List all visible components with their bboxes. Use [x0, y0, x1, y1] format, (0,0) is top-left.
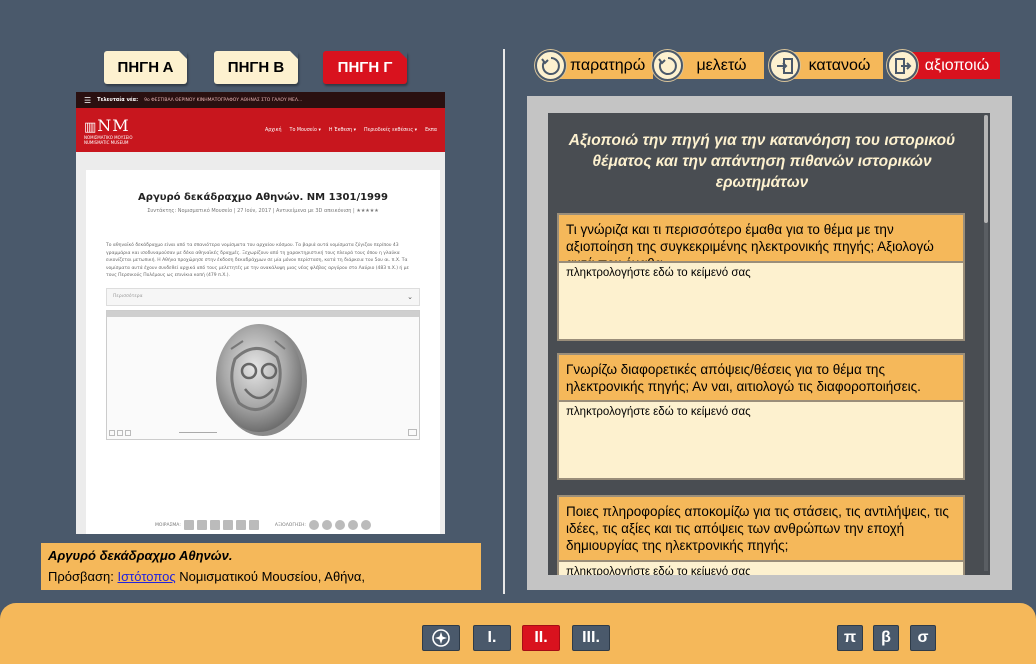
coin-image: [216, 323, 307, 436]
tab-source-c[interactable]: ΠΗΓΗ Γ: [323, 51, 407, 84]
caption-access-prefix: Πρόσβαση:: [48, 569, 118, 584]
step-observe-label: παρατηρώ: [560, 52, 654, 79]
letter-sigma-button[interactable]: σ: [910, 625, 936, 651]
question-3: Ποιες πληροφορίες αποκομίζω για τις στάσ…: [557, 495, 965, 562]
answer-1-placeholder: πληκτρολογήστε εδώ το κείμενό σας: [566, 267, 751, 279]
home-compass-button[interactable]: [422, 625, 460, 651]
compass-icon: [432, 629, 450, 647]
panel-scrollbar-thumb[interactable]: [984, 115, 988, 223]
vertical-divider: [503, 49, 505, 594]
news-label: Τελευταία νέα:: [97, 97, 139, 103]
section-1-label: I.: [487, 629, 497, 646]
step-observe-button[interactable]: παρατηρώ: [535, 50, 654, 81]
question-3-text: Ποιες πληροφορίες αποκομίζω για τις στάσ…: [559, 497, 963, 560]
section-2-label: II.: [534, 629, 548, 646]
caption-website-link[interactable]: Ιστότοπος: [118, 569, 176, 584]
letter-beta-button[interactable]: β: [873, 625, 899, 651]
fullscreen-icon: [408, 428, 417, 436]
webpage-nav: Αρχική Το Μουσείο ▾ Η Έκθεση ▾ Περιοδικέ…: [265, 128, 437, 133]
step-study-button[interactable]: μελετώ: [652, 50, 764, 81]
rate-label: ΑΞΙΟΛΟΓΗΣΗ:: [274, 522, 306, 528]
enter-icon: [769, 50, 800, 81]
source-caption: Αργυρό δεκάδραχμο Αθηνών. Πρόσβαση: Ιστό…: [41, 543, 481, 590]
webpage-nav-item: Εκπα: [425, 127, 437, 133]
tab-source-c-label: ΠΗΓΗ Γ: [337, 59, 393, 76]
logo-sub-english: NUMISMATIC MUSEUM: [84, 139, 129, 145]
section-2-button[interactable]: II.: [522, 625, 560, 651]
question-2: Γνωρίζω διαφορετικές απόψεις/θέσεις για …: [557, 353, 965, 403]
activity-panel: Αξιοποιώ την πηγή για την κατανόηση του …: [548, 113, 990, 575]
exit-icon: [887, 50, 918, 81]
letter-beta-label: β: [881, 629, 891, 646]
step-understand-label: κατανοώ: [794, 52, 883, 79]
share-bar: ΜΟΙΡΑΣΜΑ: ΑΞΙΟΛΟΓΗΣΗ:: [86, 520, 440, 530]
webpage-news-bar: ☰ Τελευταία νέα: 9ο ΦΕΣΤΙΒΑΛ ΘΕΡΙΝΟΥ ΚΙΝ…: [76, 92, 445, 108]
letter-pi-label: π: [843, 629, 857, 646]
article-select: Περισσότερα ⌄: [106, 287, 420, 306]
article-paragraph: Το αθηναϊκό δεκάδραχμο είναι από τα σπαν…: [106, 243, 409, 278]
cycle-icon: [535, 50, 566, 81]
tab-source-a[interactable]: ΠΗΓΗ Α: [104, 51, 187, 84]
step-apply-label: αξιοποιώ: [912, 52, 1000, 79]
webpage-article: Αργυρό δεκάδραχμο Αθηνών. ΝΜ 1301/1999 Σ…: [86, 170, 440, 534]
article-meta: Συντάκτης: Νομισματικό Μουσείο | 27 Ιούν…: [147, 208, 379, 214]
question-2-text: Γνωρίζω διαφορετικές απόψεις/θέσεις για …: [559, 355, 963, 401]
answer-2-field[interactable]: πληκτρολογήστε εδώ το κείμενό σας: [557, 400, 965, 480]
panel-heading: Αξιοποιώ την πηγή για την κατανόηση του …: [568, 132, 956, 191]
section-3-label: III.: [582, 629, 600, 646]
answer-2-placeholder: πληκτρολογήστε εδώ το κείμενό σας: [566, 406, 751, 418]
section-1-button[interactable]: I.: [473, 625, 511, 651]
logo-text: ▥NM: [84, 115, 130, 135]
webpage-nav-item: Αρχική: [264, 127, 282, 133]
step-understand-button[interactable]: κατανοώ: [769, 50, 883, 81]
tab-source-b[interactable]: ΠΗΓΗ Β: [214, 51, 298, 84]
webpage-nav-item: Το Μουσείο ▾: [289, 127, 321, 133]
answer-1-field[interactable]: πληκτρολογήστε εδώ το κείμενό σας: [557, 261, 965, 341]
caption-title: Αργυρό δεκάδραχμο Αθηνών.: [48, 548, 233, 563]
webpage-nav-item: Η Έκθεση ▾: [328, 127, 356, 133]
letter-sigma-label: σ: [917, 629, 929, 646]
caption-access-suffix: Νομισματικού Μουσείου, Αθήνα,: [175, 569, 366, 584]
share-label: ΜΟΙΡΑΣΜΑ:: [155, 522, 181, 528]
caption-access: Πρόσβαση: Ιστότοπος Νομισματικού Μουσείο…: [48, 569, 474, 584]
section-3-button[interactable]: III.: [572, 625, 610, 651]
step-apply-button[interactable]: αξιοποιώ: [887, 50, 1000, 81]
answer-3-placeholder: πληκτρολογήστε εδώ το κείμενό σας: [566, 566, 751, 575]
coin-3d-viewer: [106, 309, 420, 440]
news-text: 9ο ΦΕΣΤΙΒΑΛ ΘΕΡΙΝΟΥ ΚΙΝΗΜΑΤΟΓΡΑΦΟΥ ΑΘΗΝΑ…: [144, 97, 303, 103]
step-study-label: μελετώ: [677, 52, 764, 79]
answer-3-field[interactable]: πληκτρολογήστε εδώ το κείμενό σας: [557, 560, 965, 575]
source-webpage: ☰ Τελευταία νέα: 9ο ΦΕΣΤΙΒΑΛ ΘΕΡΙΝΟΥ ΚΙΝ…: [76, 92, 445, 534]
tab-source-b-label: ΠΗΓΗ Β: [227, 59, 285, 76]
article-title: Αργυρό δεκάδραχμο Αθηνών. ΝΜ 1301/1999: [138, 192, 388, 203]
article-select-value: Περισσότερα: [113, 294, 143, 299]
chevron-down-icon: ⌄: [407, 292, 413, 301]
webpage-header: ▥NM ΝΟΜΙΣΜΑΤΙΚΟ ΜΟΥΣΕΙΟ NUMISMATIC MUSEU…: [76, 108, 445, 152]
tab-source-a-label: ΠΗΓΗ Α: [117, 59, 174, 76]
cycle-icon: [652, 50, 683, 81]
hamburger-icon: ☰: [84, 95, 92, 105]
museum-logo: ▥NM ΝΟΜΙΣΜΑΤΙΚΟ ΜΟΥΣΕΙΟ NUMISMATIC MUSEU…: [84, 116, 133, 145]
webpage-nav-item: Περιοδικές εκθέσεις ▾: [364, 127, 418, 133]
letter-pi-button[interactable]: π: [837, 625, 863, 651]
